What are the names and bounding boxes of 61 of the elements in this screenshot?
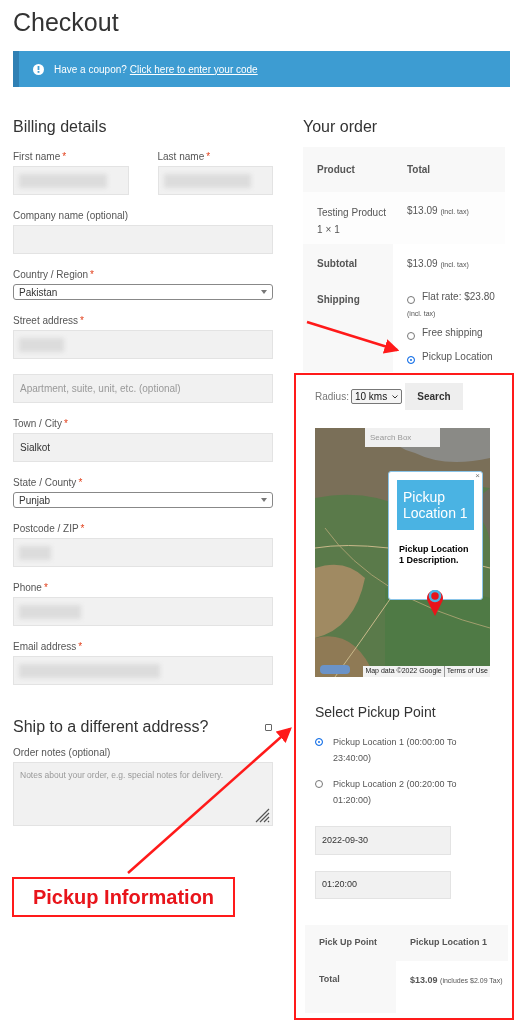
table-header: Total [406,163,432,177]
section-heading: Your order [303,117,379,137]
coupon-text: Have a coupon? [54,62,127,77]
chevron-icon [391,394,398,399]
table-cell-text: Testing Product 1 × 1 [316,206,387,237]
shipping-option[interactable]: Pickup Location [422,350,493,364]
field-label: State / County * [13,477,84,489]
caret-icon [261,290,267,294]
pickup-option[interactable]: Pickup Location 2 (00:20:00 To 01:20:00) [333,776,483,808]
annotation-label: Pickup Information [12,877,235,917]
checkbox[interactable] [265,723,272,731]
table-cell-text: Pickup Location 1 [409,936,488,950]
input-field[interactable] [13,538,273,567]
input-field[interactable] [13,330,273,359]
field-label: Company name (optional) [13,210,130,222]
input-field[interactable] [13,166,129,195]
radio-button[interactable] [407,332,415,340]
table-cell: Total [305,961,396,1013]
table-cell-text: Pick Up Point [318,936,378,950]
field-label: Street address * [13,315,85,327]
field-label: Country / Region * [13,269,95,281]
input-field[interactable] [13,597,273,626]
field-label: Last name * [157,151,212,163]
close-button[interactable]: × [475,470,480,482]
info-icon [33,63,44,75]
field-label: Phone * [13,582,49,594]
field-label: Order notes (optional) [13,747,112,759]
input-field[interactable] [13,656,273,685]
section-heading: Ship to a different address? [13,717,209,737]
resize-handle-icon[interactable] [254,807,270,823]
radio-button[interactable] [407,356,415,364]
shipping-option[interactable]: Flat rate: $23.80 [422,290,495,304]
field-label: Town / City * [13,418,69,430]
radius-label: Radius: [315,390,349,404]
date-field[interactable]: 2022-09-30 [315,826,451,855]
radio-button[interactable] [315,780,323,788]
time-field[interactable]: 01:20:00 [315,871,451,899]
caret-icon [261,498,267,502]
field-label: First name * [13,151,68,163]
radio-button[interactable] [315,738,323,746]
search-button[interactable]: Search [404,383,463,410]
input-field[interactable] [13,225,273,254]
field-label: Email address * [13,641,84,653]
popup-title: Pickup Location 1 [397,480,474,530]
radio-button[interactable] [407,296,415,304]
shipping-option[interactable]: Free shipping [422,326,483,340]
country-select[interactable]: Pakistan [13,284,273,300]
section-heading: Select Pickup Point [315,703,437,721]
pickup-option[interactable]: Pickup Location 1 (00:00:00 To 23:40:00) [333,734,483,766]
field-label: Postcode / ZIP * [13,523,86,535]
country-select[interactable]: Punjab [13,492,273,508]
popup-description: Pickup Location 1 Description. [399,544,470,566]
table-cell: Shipping [303,282,393,372]
table-cell: Subtotal [303,244,393,282]
page-title: Checkout [13,7,120,38]
input-field[interactable] [157,166,273,195]
section-heading: Billing details [13,117,108,137]
table-header: Product [316,163,356,177]
map-pin-icon [427,590,443,616]
radius-select[interactable]: 10 kms [350,389,402,404]
input-field[interactable]: Sialkot [13,433,273,462]
